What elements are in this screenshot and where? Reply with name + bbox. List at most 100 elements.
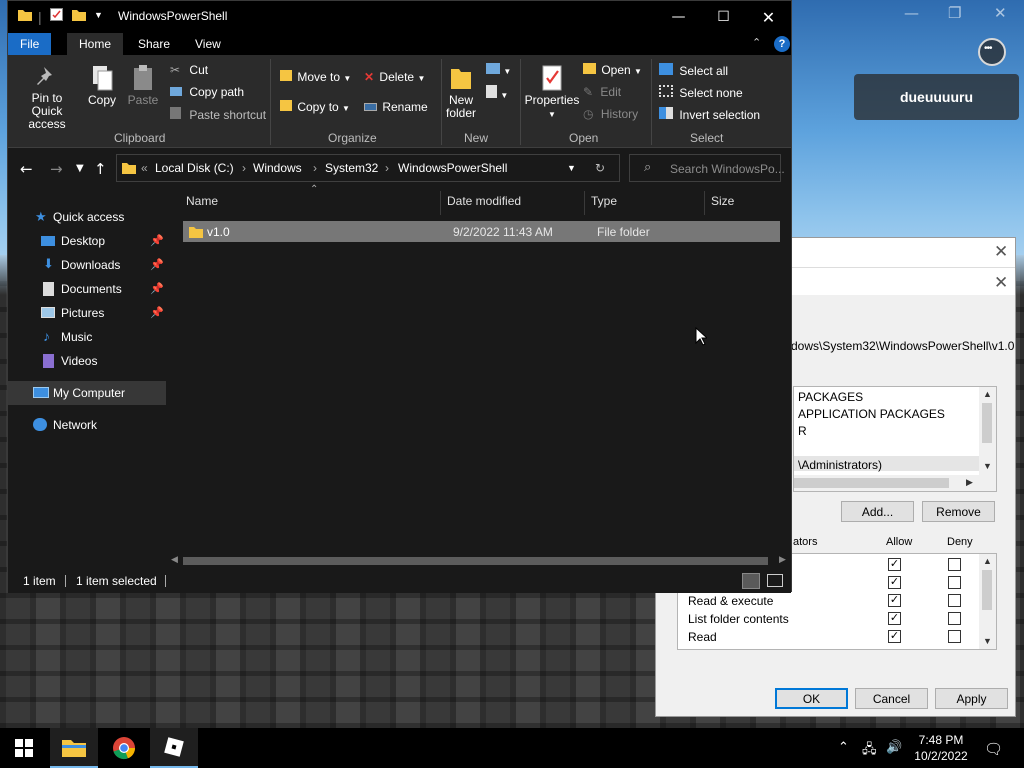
copy-button[interactable]: Copy (86, 65, 118, 107)
forward-arrow-icon[interactable]: → (50, 160, 63, 178)
properties-button[interactable]: Properties ▼ (524, 65, 580, 121)
nav-desktop[interactable]: Desktop 📌 (8, 229, 166, 253)
collapse-ribbon-icon[interactable]: ⌃ (752, 36, 761, 49)
notifications-icon[interactable]: 🗨 (984, 740, 1003, 758)
allow-checkbox[interactable]: ✓ (888, 594, 901, 607)
file-explorer-icon[interactable] (50, 728, 98, 768)
column-divider[interactable] (584, 191, 585, 215)
paste-shortcut-button[interactable]: Paste shortcut (170, 107, 266, 122)
breadcrumb-windowspowershell[interactable]: WindowsPowerShell (398, 161, 507, 175)
pin-icon[interactable]: 📌 (150, 258, 164, 271)
copy-to-button[interactable]: Copy to ▼ (280, 100, 350, 114)
scroll-thumb[interactable] (982, 403, 992, 443)
minimize-icon[interactable]: — (656, 1, 701, 33)
breadcrumb-separator-icon[interactable]: › (242, 161, 246, 175)
group-item[interactable]: APPLICATION PACKAGES (798, 407, 945, 421)
select-all-button[interactable]: Select all (659, 63, 728, 78)
allow-checkbox[interactable]: ✓ (888, 612, 901, 625)
column-header-name[interactable]: Name (186, 194, 218, 208)
tab-view[interactable]: View (183, 33, 233, 55)
volume-icon[interactable]: 🔊 (886, 740, 902, 755)
group-item[interactable]: PACKAGES (798, 390, 863, 404)
windows-start-icon[interactable] (0, 728, 48, 768)
column-header-type[interactable]: Type (591, 194, 617, 208)
group-item[interactable]: R (798, 424, 807, 438)
nav-network[interactable]: Network (8, 413, 166, 437)
easy-access-button[interactable]: ▼ (486, 85, 508, 101)
pin-quick-access-button[interactable]: Pin to Quick access (14, 65, 80, 131)
address-dropdown-icon[interactable]: ▼ (567, 163, 576, 173)
column-header-date[interactable]: Date modified (447, 194, 521, 208)
pin-icon[interactable]: 📌 (150, 234, 164, 247)
chat-bubble-icon[interactable] (978, 38, 1006, 66)
group-list-vscroll[interactable]: ▲ ▼ (979, 387, 996, 475)
open-button[interactable]: Open ▼ (583, 63, 642, 77)
rename-button[interactable]: Rename (364, 100, 428, 114)
up-arrow-icon[interactable]: ↑ (94, 160, 107, 178)
scroll-thumb[interactable] (794, 478, 949, 488)
nav-my-computer[interactable]: My Computer (8, 381, 166, 405)
subdialog-close-icon[interactable]: ✕ (994, 273, 1008, 293)
group-list-hscroll[interactable]: ▶ (794, 475, 996, 491)
remove-button[interactable]: Remove (922, 501, 995, 522)
group-user-list[interactable]: PACKAGES APPLICATION PACKAGES R \Adminis… (793, 386, 997, 492)
tab-file[interactable]: File (8, 33, 52, 55)
apply-button[interactable]: Apply (935, 688, 1008, 709)
allow-checkbox[interactable]: ✓ (888, 630, 901, 643)
breadcrumb-local-disk[interactable]: Local Disk (C:) (155, 161, 234, 175)
add-button[interactable]: Add... (841, 501, 914, 522)
back-arrow-icon[interactable]: ← (20, 160, 33, 178)
recent-locations-icon[interactable]: ▼ (76, 163, 84, 174)
properties-quick-icon[interactable] (50, 8, 63, 24)
allow-checkbox[interactable]: ✓ (888, 576, 901, 589)
pin-icon[interactable]: 📌 (150, 306, 164, 319)
copy-path-button[interactable]: Copy path (170, 85, 244, 99)
nav-documents[interactable]: Documents 📌 (8, 277, 166, 301)
maximize-icon[interactable]: ☐ (701, 1, 746, 33)
permission-list-vscroll[interactable]: ▲ ▼ (979, 554, 996, 649)
help-icon[interactable]: ? (774, 36, 790, 52)
scroll-down-icon[interactable]: ▼ (983, 636, 992, 646)
nav-pictures[interactable]: Pictures 📌 (8, 301, 166, 325)
move-to-button[interactable]: Move to ▼ (280, 70, 351, 84)
column-divider[interactable] (704, 191, 705, 215)
game-minimize-icon[interactable]: — (904, 4, 919, 22)
close-icon[interactable]: ✕ (746, 1, 791, 33)
allow-checkbox[interactable]: ✓ (888, 558, 901, 571)
scroll-right-icon[interactable]: ▶ (779, 554, 786, 565)
new-folder-quick-icon[interactable] (72, 8, 86, 24)
column-header-size[interactable]: Size (711, 194, 734, 208)
table-row[interactable]: v1.0 9/2/2022 11:43 AM File folder (183, 221, 780, 242)
invert-selection-button[interactable]: Invert selection (659, 107, 760, 122)
horizontal-scrollbar[interactable]: ◀ ▶ (167, 553, 787, 569)
game-restore-icon[interactable]: ❐ (948, 4, 961, 22)
new-item-button[interactable]: ▼ (486, 63, 511, 77)
history-button[interactable]: ◷ History (583, 107, 638, 121)
scroll-up-icon[interactable]: ▲ (983, 556, 992, 566)
cancel-button[interactable]: Cancel (855, 688, 928, 709)
deny-checkbox[interactable] (948, 612, 961, 625)
breadcrumb-system32[interactable]: System32 (325, 161, 378, 175)
breadcrumb-separator-icon[interactable]: › (313, 161, 317, 175)
edit-button[interactable]: ✎ Edit (583, 85, 621, 99)
network-status-icon[interactable]: 🖧 (862, 740, 877, 762)
deny-checkbox[interactable] (948, 558, 961, 571)
nav-quick-access[interactable]: ★ Quick access (8, 205, 166, 229)
player-name-badge[interactable]: dueuuuuru (854, 74, 1019, 120)
dialog-close-icon[interactable]: ✕ (994, 242, 1008, 262)
clock[interactable]: 7:48 PM 10/2/2022 (910, 732, 972, 764)
scroll-up-icon[interactable]: ▲ (983, 389, 992, 399)
refresh-icon[interactable]: ↻ (595, 161, 605, 175)
customize-quick-access-icon[interactable]: ▼ (94, 10, 103, 20)
ok-button[interactable]: OK (775, 688, 848, 709)
pin-icon[interactable]: 📌 (150, 282, 164, 295)
nav-music[interactable]: ♪ Music (8, 325, 166, 349)
search-box[interactable]: ⌕ Search WindowsPo... (629, 154, 785, 182)
group-item[interactable]: \Administrators) (798, 458, 882, 472)
show-hidden-icons-icon[interactable]: ⌃ (838, 740, 849, 755)
scroll-left-icon[interactable]: ◀ (171, 554, 178, 565)
breadcrumb-separator-icon[interactable]: › (385, 161, 389, 175)
deny-checkbox[interactable] (948, 630, 961, 643)
new-folder-button[interactable]: New folder (444, 65, 478, 120)
delete-button[interactable]: ✕ Delete ▼ (364, 70, 425, 84)
